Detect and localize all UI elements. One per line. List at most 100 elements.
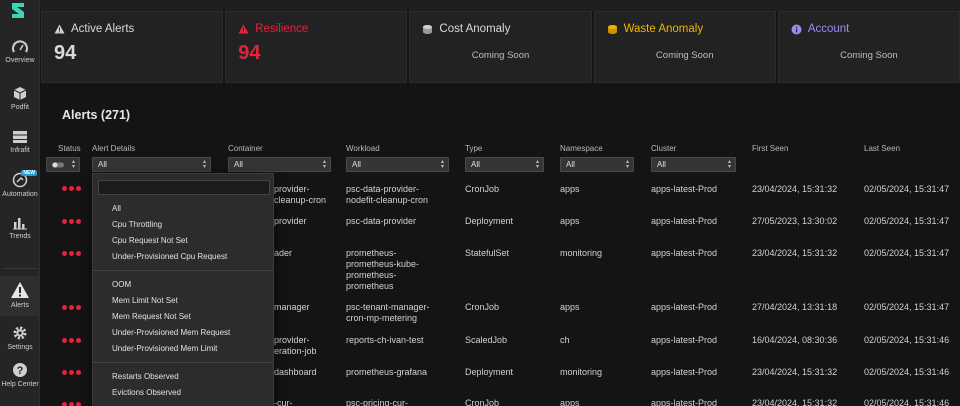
chevron-icon: ▴ ▾	[727, 159, 731, 170]
last-seen-cell: 02/05/2024, 15:31:46	[864, 367, 950, 377]
workload-cell[interactable]: prometheus-grafana	[346, 367, 427, 378]
sidebar-item-label: Settings	[7, 344, 33, 351]
first-seen-cell: 23/04/2024, 15:31:32	[752, 184, 838, 194]
card-title: Active Alerts	[54, 23, 134, 35]
sidebar-item-label: Overview	[5, 57, 35, 64]
dropdown-option[interactable]: OOM	[112, 280, 131, 289]
alert-details-filter[interactable]: All ▴ ▾	[92, 157, 211, 172]
workload-cell[interactable]: prometheus-prometheus-kube-prometheus-pr…	[346, 248, 419, 292]
column-header-first-seen: First Seen	[752, 144, 789, 153]
container-cell: provider-cleanup-cron	[274, 184, 327, 205]
workload-cell[interactable]: psc-data-provider-nodefit-cleanup-cron	[346, 184, 428, 206]
dropdown-option[interactable]: Cpu Request Not Set	[112, 236, 188, 245]
namespace-cell: apps	[560, 216, 580, 226]
type-cell: Deployment	[465, 216, 514, 226]
sidebar-item-settings[interactable]: Settings	[0, 325, 40, 351]
workload-cell[interactable]: psc-data-provider	[346, 216, 416, 227]
help-icon: ?	[13, 363, 27, 377]
card-title: Cost Anomaly	[422, 23, 510, 35]
status-dots[interactable]	[62, 402, 81, 406]
stat-cards: Active Alerts 94 Resilience 94 Cost Anom…	[41, 11, 960, 83]
dropdown-search-input[interactable]	[98, 180, 270, 195]
dropdown-option[interactable]: Under-Provisioned Cpu Request	[112, 252, 227, 261]
dropdown-option[interactable]: Under-Provisioned Mem Request	[112, 328, 230, 337]
type-cell: StatefulSet	[465, 248, 510, 258]
dropdown-option[interactable]: Evictions Observed	[112, 388, 181, 397]
status-dots[interactable]	[62, 219, 81, 224]
dropdown-option[interactable]: Restarts Observed	[112, 372, 179, 381]
dropdown-option[interactable]: All	[112, 204, 121, 213]
sidebar-item-automation[interactable]: NEW Automation	[0, 170, 40, 198]
last-seen-cell: 02/05/2024, 15:31:47	[864, 248, 950, 258]
filter-value: All	[566, 160, 575, 169]
dropdown-option[interactable]: Cpu Throttling	[112, 220, 162, 229]
column-header-workload: Workload	[346, 144, 380, 153]
sidebar-item-alerts[interactable]: Alerts	[0, 276, 40, 316]
first-seen-cell: 23/04/2024, 15:31:32	[752, 248, 838, 258]
namespace-filter[interactable]: All ▴ ▾	[560, 157, 634, 172]
namespace-cell: monitoring	[560, 367, 603, 377]
sidebar: Overview Podfit Infrafit NEW Automation …	[0, 0, 40, 406]
container-filter[interactable]: All ▴ ▾	[228, 157, 331, 172]
card-value: 94	[54, 42, 77, 64]
status-toggle-filter[interactable]: ▴ ▾	[46, 157, 80, 172]
warning-icon	[54, 24, 65, 34]
sidebar-item-help-center[interactable]: ? Help Center	[0, 362, 40, 388]
card-resilience: Resilience 94	[225, 11, 408, 83]
last-seen-cell: 02/05/2024, 15:31:46	[864, 398, 950, 406]
column-header-alert-details: Alert Details	[92, 144, 136, 153]
type-cell: CronJob	[465, 184, 500, 194]
column-header-namespace: Namespace	[560, 144, 603, 153]
status-dots[interactable]	[62, 370, 81, 375]
dropdown-option[interactable]: Mem Request Not Set	[112, 312, 191, 321]
type-cell: CronJob	[465, 398, 500, 406]
bar-chart-icon	[13, 218, 27, 230]
sidebar-item-trends[interactable]: Trends	[0, 216, 40, 240]
toggle-icon	[52, 162, 64, 168]
sidebar-item-label: Automation	[2, 191, 38, 198]
cluster-cell: apps-latest-Prod	[651, 216, 718, 226]
column-header-cluster: Cluster	[651, 144, 677, 153]
chevron-icon: ▴ ▾	[71, 159, 75, 170]
sidebar-item-label: Alerts	[11, 302, 29, 309]
card-title-text: Cost Anomaly	[439, 23, 511, 35]
status-dots[interactable]	[62, 251, 81, 256]
sidebar-item-overview[interactable]: Overview	[0, 40, 40, 64]
new-badge: NEW	[21, 170, 37, 176]
container-cell: provider	[274, 216, 307, 226]
dropdown-option[interactable]: Under-Provisioned Mem Limit	[112, 344, 217, 353]
sidebar-item-podfit[interactable]: Podfit	[0, 86, 40, 111]
sidebar-item-infrafit[interactable]: Infrafit	[0, 130, 40, 154]
workload-cell[interactable]: psc-tenant-manager-cron-mp-metering	[346, 302, 430, 324]
status-dots[interactable]	[62, 305, 81, 310]
chevron-icon: ▴ ▾	[625, 159, 629, 170]
namespace-cell: apps	[560, 184, 580, 194]
workload-cell[interactable]: reports-ch-ivan-test	[346, 335, 424, 346]
workload-filter[interactable]: All ▴ ▾	[346, 157, 449, 172]
card-status: Coming Soon	[471, 50, 530, 61]
column-header-last-seen: Last Seen	[864, 144, 901, 153]
cluster-filter[interactable]: All ▴ ▾	[651, 157, 736, 172]
type-cell: CronJob	[465, 302, 500, 312]
top-strip	[40, 0, 960, 11]
chevron-icon: ▴ ▾	[322, 159, 326, 170]
filter-value: All	[471, 160, 480, 169]
logo[interactable]	[9, 1, 27, 20]
dropdown-option[interactable]: Mem Limit Not Set	[112, 296, 178, 305]
card-title: Account	[791, 23, 850, 35]
filter-value: All	[234, 160, 243, 169]
gear-icon	[13, 326, 27, 340]
first-seen-cell: 27/04/2024, 13:31:18	[752, 302, 838, 312]
workload-cell[interactable]: psc-pricing-cur-	[346, 398, 408, 406]
first-seen-cell: 23/04/2024, 15:31:32	[752, 398, 838, 406]
column-header-container: Container	[228, 144, 263, 153]
container-cell: ader	[274, 248, 293, 258]
card-account: Account Coming Soon	[777, 11, 960, 83]
type-filter[interactable]: All ▴ ▾	[465, 157, 544, 172]
dropdown-divider	[93, 270, 273, 271]
status-dots[interactable]	[62, 338, 81, 343]
card-title-text: Account	[807, 23, 850, 35]
svg-text:?: ?	[17, 365, 24, 377]
cube-icon	[13, 87, 27, 100]
status-dots[interactable]	[62, 186, 81, 191]
